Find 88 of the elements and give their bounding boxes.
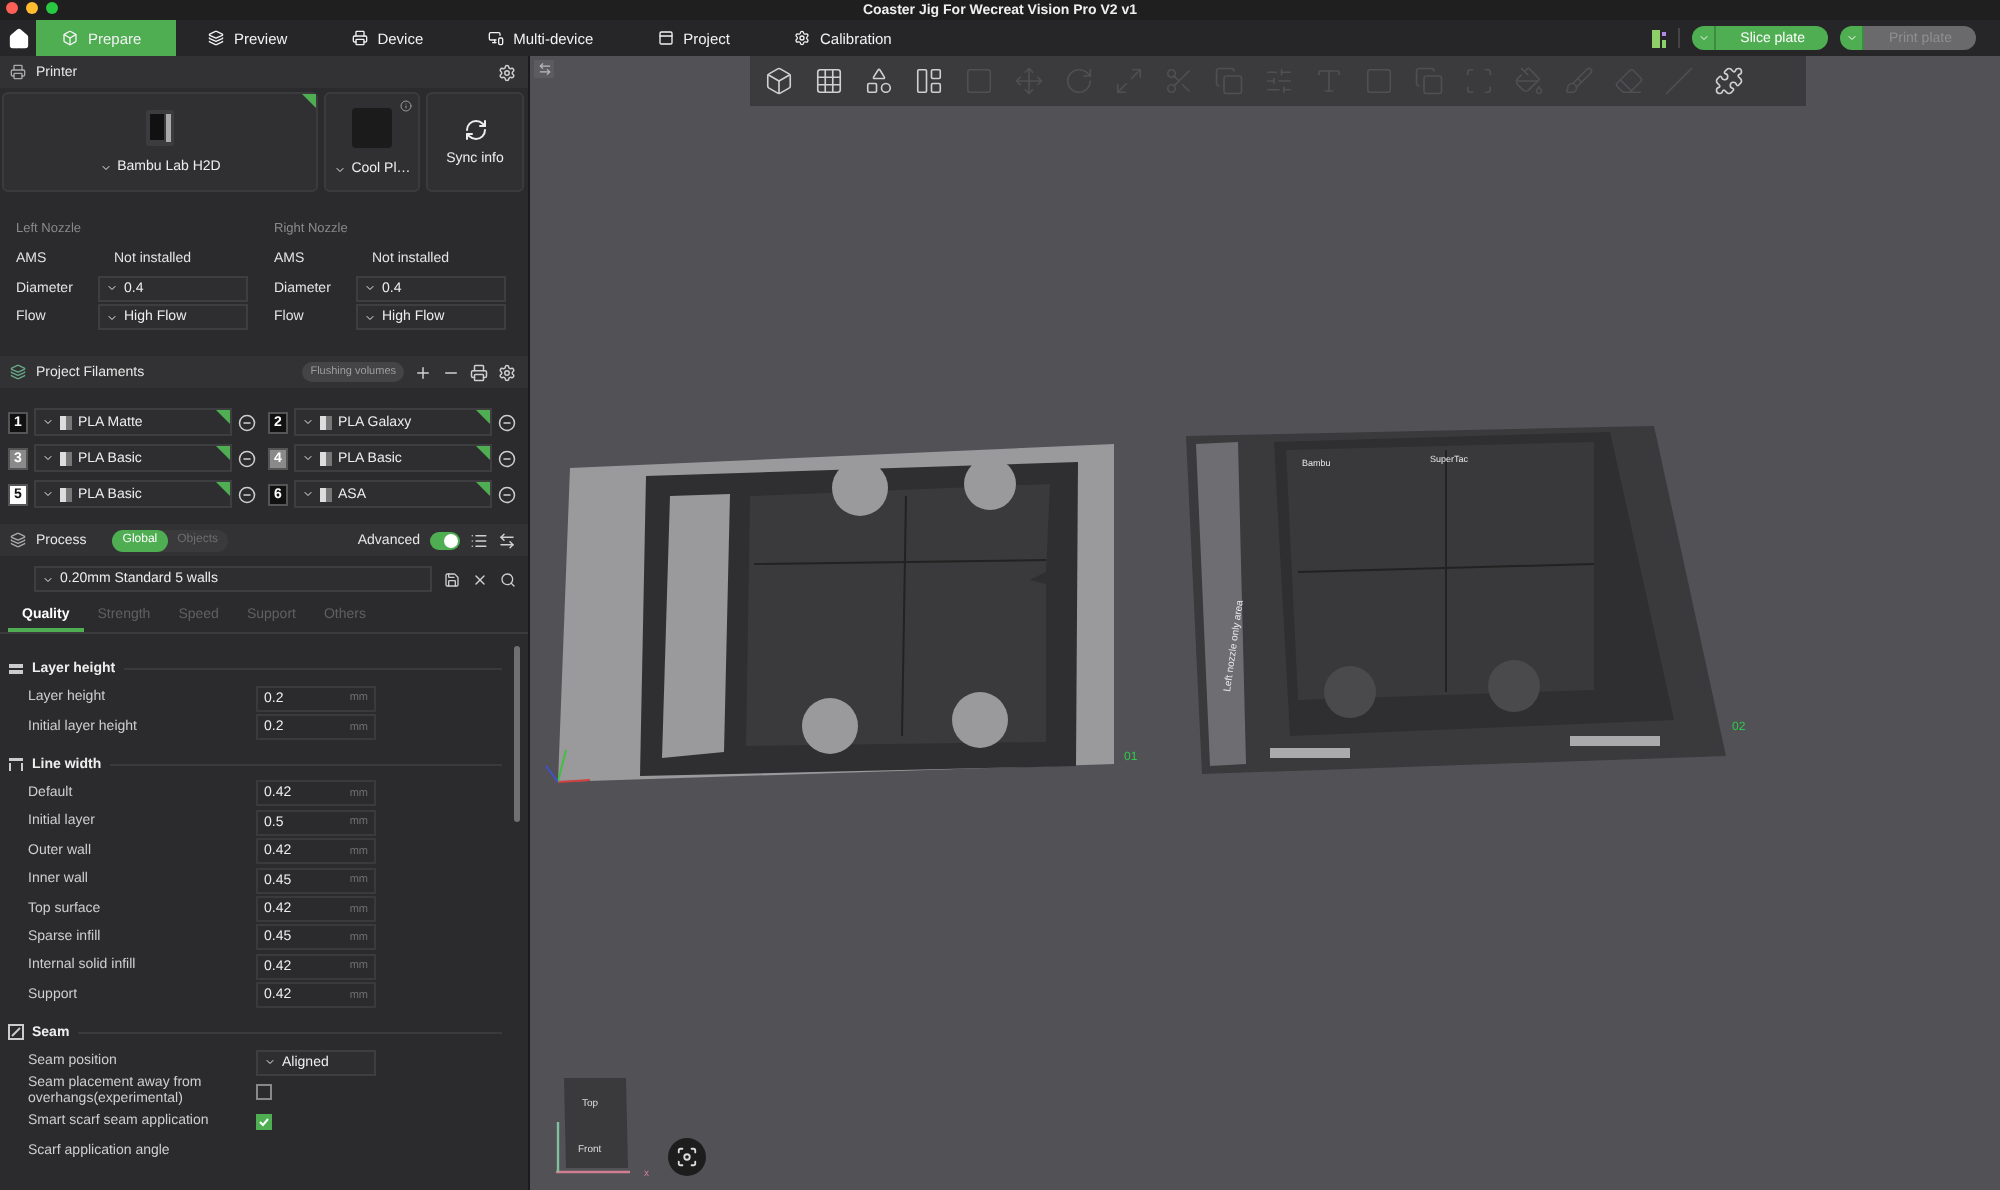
settings-icon (498, 63, 516, 81)
cube-icon (62, 30, 78, 46)
chevron-down-icon (333, 163, 346, 175)
remove-filament-button[interactable] (498, 413, 516, 431)
remove-filament-button[interactable] (238, 449, 256, 467)
chevron-down-icon (42, 452, 54, 464)
close-button[interactable] (472, 571, 488, 587)
chevron-down-icon (42, 416, 54, 428)
printer-icon (146, 110, 174, 146)
collapse-panel-button[interactable] (534, 60, 554, 78)
layers-icon (8, 661, 24, 677)
remove-filament-button[interactable] (498, 449, 516, 467)
add-button[interactable] (414, 363, 432, 381)
panel-icon[interactable] (1652, 29, 1667, 47)
info-icon (400, 100, 412, 112)
chevron-down-icon (106, 311, 118, 324)
chevron-down-icon (42, 488, 54, 500)
swatch-icon (60, 415, 72, 429)
chevron-down-icon (302, 416, 314, 428)
chevron-down-icon (302, 488, 314, 500)
layout-icon (913, 66, 943, 96)
save-button[interactable] (444, 571, 460, 587)
minus-circle-icon (498, 449, 516, 467)
seam-icon (8, 1024, 24, 1041)
minus-circle-icon (238, 413, 256, 431)
settings-icon (498, 363, 516, 381)
cube-icon (763, 66, 793, 96)
swatch-icon (320, 415, 332, 429)
settings-button[interactable] (498, 63, 516, 81)
save-icon (444, 571, 460, 587)
chevron-down-icon (99, 161, 112, 173)
layers-icon (208, 30, 224, 46)
line-width-icon (8, 756, 24, 773)
search-icon (500, 571, 516, 587)
chevron-down-icon (1845, 32, 1858, 44)
printer-icon (351, 30, 368, 46)
list-icon (470, 531, 488, 549)
home-icon (7, 27, 29, 49)
chevron-down-icon (106, 282, 118, 295)
arrows-icon (537, 62, 551, 76)
focus-icon (676, 1146, 698, 1168)
shapes-icon (863, 66, 893, 96)
remove-filament-button[interactable] (238, 413, 256, 431)
list-button[interactable] (470, 531, 488, 549)
scrollbar[interactable] (514, 646, 520, 822)
minus-circle-icon (498, 413, 516, 431)
grid-icon (813, 66, 843, 96)
settings-icon (793, 30, 810, 46)
minus-circle-icon (498, 485, 516, 503)
chevron-down-icon (364, 282, 376, 295)
printer-icon (470, 363, 488, 381)
chevron-down-icon (1697, 32, 1710, 44)
devices-icon (487, 30, 504, 46)
remove-filament-button[interactable] (498, 485, 516, 503)
axis-drawing (545, 749, 591, 783)
swatch-icon (320, 487, 332, 501)
layers-icon (10, 532, 26, 548)
chevron-down-icon (42, 573, 54, 585)
sync-button[interactable] (470, 363, 488, 381)
settings-button[interactable] (498, 363, 516, 381)
fit-view-button[interactable] (668, 1138, 706, 1176)
chevron-down-icon (364, 311, 376, 324)
swatch-icon (320, 451, 332, 465)
minimize-window-button[interactable] (26, 2, 38, 14)
printer-icon (10, 64, 26, 80)
close-window-button[interactable] (6, 2, 18, 14)
search-button[interactable] (500, 571, 516, 587)
plus-icon (414, 363, 432, 381)
nav-cube-drawing (556, 1078, 630, 1174)
compare-button[interactable] (498, 531, 516, 549)
dropdown-caret-button[interactable] (1692, 26, 1715, 50)
close-icon (472, 571, 488, 587)
chevron-down-icon (302, 452, 314, 464)
chevron-down-icon (264, 1056, 276, 1069)
remove-filament-button[interactable] (238, 485, 256, 503)
refresh-icon (463, 118, 487, 142)
minus-circle-icon (238, 449, 256, 467)
puzzle-icon (1713, 66, 1743, 96)
arrows-icon (498, 531, 516, 549)
swatch-icon (60, 451, 72, 465)
checkbox[interactable] (256, 1084, 272, 1101)
advanced-switch[interactable] (430, 531, 460, 549)
panel-icon (657, 30, 674, 46)
zoom-window-button[interactable] (46, 2, 58, 14)
minus-circle-icon (238, 485, 256, 503)
dropdown-caret-button[interactable] (1840, 26, 1863, 50)
swatch-icon (60, 487, 72, 501)
checkbox[interactable] (256, 1114, 272, 1131)
